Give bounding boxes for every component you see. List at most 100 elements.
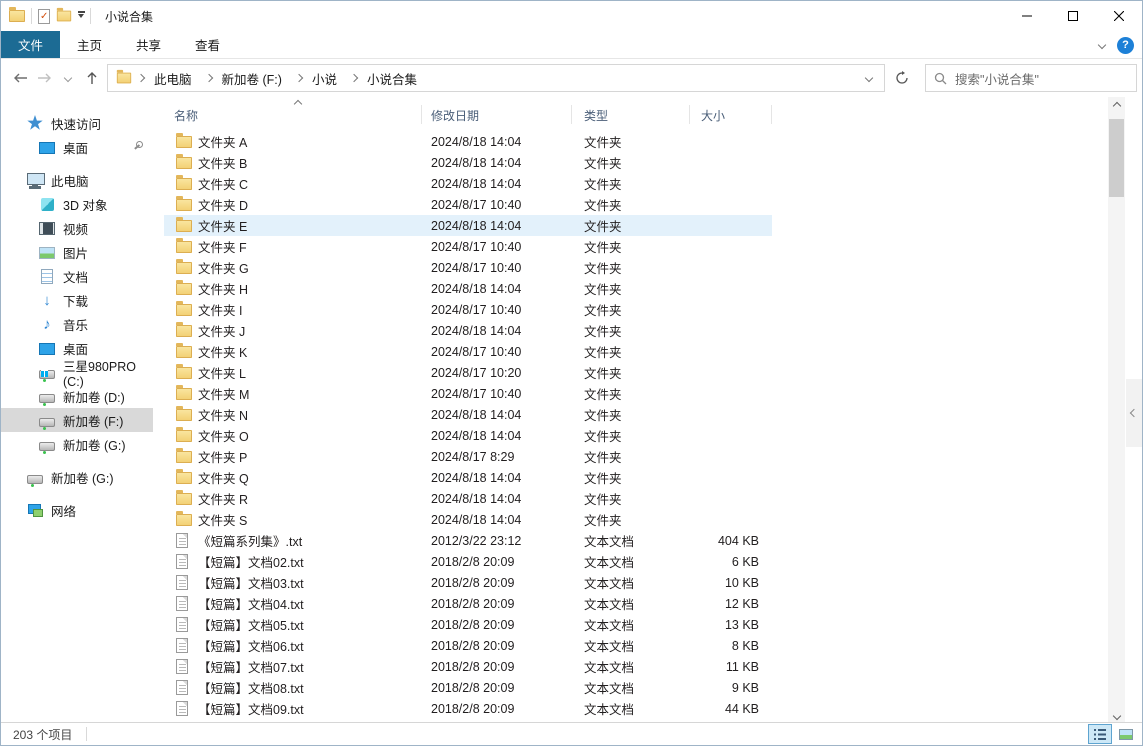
forward-icon — [37, 72, 52, 84]
file-row[interactable]: 文件夹 F 2024/8/17 10:40 文件夹 — [164, 236, 772, 257]
pane-expander-handle[interactable] — [1126, 379, 1142, 447]
ribbon-tab-查看[interactable]: 查看 — [178, 31, 237, 58]
file-row[interactable]: 文件夹 E 2024/8/18 14:04 文件夹 — [164, 215, 772, 236]
back-button[interactable] — [9, 66, 31, 90]
file-row[interactable]: 【短篇】文档06.txt 2018/2/8 20:09 文本文档 8 KB — [164, 635, 772, 656]
column-header-date[interactable]: 修改日期 — [431, 107, 479, 124]
refresh-button[interactable] — [887, 64, 917, 92]
sidebar-item[interactable]: 网络 — [1, 498, 153, 522]
breadcrumb-item[interactable]: 此电脑 — [132, 65, 198, 91]
file-row[interactable]: 【短篇】文档05.txt 2018/2/8 20:09 文本文档 13 KB — [164, 614, 772, 635]
thumbnails-view-button[interactable] — [1114, 724, 1138, 744]
breadcrumb-item[interactable]: 小说合集 — [345, 65, 423, 91]
breadcrumb: 此电脑 新加卷 (F:) 小说 小说合集 — [132, 65, 858, 91]
sidebar-item[interactable]: 新加卷 (G:) — [1, 432, 153, 456]
sidebar-item[interactable]: 三星980PRO (C:) — [1, 360, 153, 384]
details-view-button[interactable] — [1088, 724, 1112, 744]
column-separator[interactable] — [571, 105, 572, 124]
file-list: 名称 修改日期 类型 大小 文件夹 A 2024/8/18 14:04 文件夹 … — [161, 97, 1109, 724]
sidebar-item-icon — [39, 316, 55, 332]
vertical-scrollbar[interactable] — [1108, 97, 1125, 724]
scroll-up-button[interactable] — [1108, 97, 1125, 114]
chevron-up-icon — [1112, 101, 1120, 109]
sort-ascending-icon — [294, 100, 302, 108]
file-type: 文本文档 — [584, 636, 691, 655]
expand-ribbon-icon[interactable] — [1098, 41, 1106, 49]
sidebar-item[interactable]: 3D 对象 — [1, 192, 153, 216]
search-box[interactable]: 搜索"小说合集" — [925, 64, 1137, 92]
qat-dropdown-icon[interactable] — [78, 14, 84, 18]
file-row[interactable]: 《短篇系列集》.txt 2012/3/22 23:12 文本文档 404 KB — [164, 530, 772, 551]
ribbon-tab-主页[interactable]: 主页 — [60, 31, 119, 58]
sidebar-item[interactable]: 桌面 — [1, 135, 153, 159]
divider — [86, 727, 87, 741]
column-header-size[interactable]: 大小 — [701, 107, 725, 124]
file-row[interactable]: 文件夹 D 2024/8/17 10:40 文件夹 — [164, 194, 772, 215]
column-header-name[interactable]: 名称 — [174, 107, 198, 124]
file-icon-cell — [176, 638, 198, 653]
new-folder-icon[interactable] — [57, 11, 71, 22]
file-name: 文件夹 P — [198, 447, 431, 466]
breadcrumb-item[interactable]: 小说 — [290, 65, 343, 91]
file-row[interactable]: 文件夹 J 2024/8/18 14:04 文件夹 — [164, 320, 772, 341]
sidebar-item[interactable]: 下载 — [1, 288, 153, 312]
minimize-button[interactable] — [1004, 1, 1050, 31]
file-row[interactable]: 【短篇】文档04.txt 2018/2/8 20:09 文本文档 12 KB — [164, 593, 772, 614]
file-row[interactable]: 【短篇】文档03.txt 2018/2/8 20:09 文本文档 10 KB — [164, 572, 772, 593]
sidebar-item[interactable]: 视频 — [1, 216, 153, 240]
sidebar-item[interactable]: 新加卷 (F:) — [1, 408, 153, 432]
sidebar-item[interactable]: 音乐 — [1, 312, 153, 336]
sidebar-item[interactable]: 文档 — [1, 264, 153, 288]
sidebar-item[interactable]: 图片 — [1, 240, 153, 264]
file-row[interactable]: 【短篇】文档09.txt 2018/2/8 20:09 文本文档 44 KB — [164, 698, 772, 719]
file-row[interactable]: 文件夹 R 2024/8/18 14:04 文件夹 — [164, 488, 772, 509]
file-name: 文件夹 M — [198, 384, 431, 403]
back-icon — [13, 72, 28, 84]
file-row[interactable]: 【短篇】文档08.txt 2018/2/8 20:09 文本文档 9 KB — [164, 677, 772, 698]
file-row[interactable]: 文件夹 B 2024/8/18 14:04 文件夹 — [164, 152, 772, 173]
ribbon-tab-文件[interactable]: 文件 — [1, 31, 60, 58]
sidebar-item[interactable]: 新加卷 (G:) — [1, 465, 153, 489]
scrollbar-thumb[interactable] — [1109, 119, 1124, 197]
file-type-icon — [176, 262, 192, 274]
file-row[interactable]: 文件夹 I 2024/8/17 10:40 文件夹 — [164, 299, 772, 320]
file-row[interactable]: 文件夹 P 2024/8/17 8:29 文件夹 — [164, 446, 772, 467]
maximize-button[interactable] — [1050, 1, 1096, 31]
file-row[interactable]: 文件夹 N 2024/8/18 14:04 文件夹 — [164, 404, 772, 425]
ribbon-tab-共享[interactable]: 共享 — [119, 31, 178, 58]
up-button[interactable] — [81, 66, 103, 90]
column-header-type[interactable]: 类型 — [584, 107, 608, 124]
file-icon-cell — [176, 575, 198, 590]
sidebar-item[interactable]: 此电脑 — [1, 168, 153, 192]
file-row[interactable]: 文件夹 G 2024/8/17 10:40 文件夹 — [164, 257, 772, 278]
explorer-window: 小说合集 文件主页共享查看 — [0, 0, 1143, 746]
breadcrumb-item[interactable]: 新加卷 (F:) — [200, 65, 288, 91]
file-type: 文件夹 — [584, 363, 691, 382]
column-separator[interactable] — [421, 105, 422, 124]
file-size: 404 KB — [691, 534, 759, 548]
address-bar[interactable]: 此电脑 新加卷 (F:) 小说 小说合集 — [107, 64, 885, 92]
file-row[interactable]: 文件夹 O 2024/8/18 14:04 文件夹 — [164, 425, 772, 446]
file-row[interactable]: 文件夹 Q 2024/8/18 14:04 文件夹 — [164, 467, 772, 488]
file-row[interactable]: 文件夹 H 2024/8/18 14:04 文件夹 — [164, 278, 772, 299]
file-row[interactable]: 【短篇】文档02.txt 2018/2/8 20:09 文本文档 6 KB — [164, 551, 772, 572]
column-separator[interactable] — [771, 105, 772, 124]
file-row[interactable]: 文件夹 C 2024/8/18 14:04 文件夹 — [164, 173, 772, 194]
file-row[interactable]: 文件夹 K 2024/8/17 10:40 文件夹 — [164, 341, 772, 362]
file-row[interactable]: 文件夹 S 2024/8/18 14:04 文件夹 — [164, 509, 772, 530]
file-name: 【短篇】文档05.txt — [198, 615, 431, 634]
file-date-modified: 2018/2/8 20:09 — [431, 660, 584, 674]
file-row[interactable]: 文件夹 L 2024/8/17 10:20 文件夹 — [164, 362, 772, 383]
sidebar-item[interactable]: 新加卷 (D:) — [1, 384, 153, 408]
recent-locations-button[interactable] — [57, 66, 79, 90]
properties-icon[interactable] — [38, 9, 50, 24]
help-icon[interactable] — [1117, 37, 1134, 54]
column-separator[interactable] — [689, 105, 690, 124]
forward-button[interactable] — [33, 66, 55, 90]
address-dropdown-button[interactable] — [858, 65, 880, 91]
file-row[interactable]: 文件夹 A 2024/8/18 14:04 文件夹 — [164, 131, 772, 152]
file-row[interactable]: 文件夹 M 2024/8/17 10:40 文件夹 — [164, 383, 772, 404]
sidebar-item[interactable]: 快速访问 — [1, 111, 153, 135]
close-button[interactable] — [1096, 1, 1142, 31]
file-row[interactable]: 【短篇】文档07.txt 2018/2/8 20:09 文本文档 11 KB — [164, 656, 772, 677]
